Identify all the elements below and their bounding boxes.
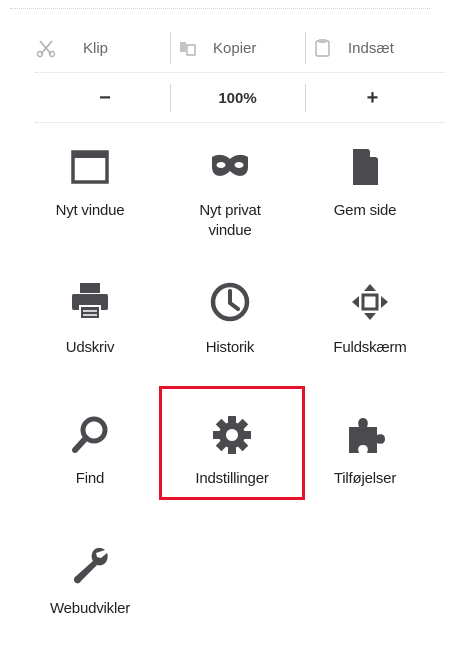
copy-label: Kopier — [213, 39, 257, 57]
wrench-icon — [73, 547, 108, 584]
copy-icon — [177, 37, 199, 59]
cut-button[interactable]: Klip — [35, 28, 165, 68]
printer-icon — [72, 283, 108, 320]
history-label: Historik — [205, 339, 255, 356]
edit-separator — [170, 32, 171, 64]
new-window-label: Nyt vindue — [55, 202, 125, 219]
puzzle-icon — [349, 418, 385, 453]
zoom-menu-divider — [35, 122, 445, 124]
clock-icon — [210, 282, 250, 322]
zoom-controls: − 100% + — [25, 78, 445, 118]
scissors-icon — [35, 37, 57, 59]
zoom-separator — [305, 84, 306, 112]
new-private-window-label-line1: Nyt privat — [199, 202, 261, 219]
new-private-window-label-line2: vindue — [208, 222, 252, 239]
save-page-button[interactable]: Gem side — [305, 147, 425, 221]
find-label: Find — [75, 470, 105, 487]
addons-label: Tilføjelser — [333, 470, 397, 487]
fullscreen-icon — [352, 284, 388, 320]
edit-separator — [305, 32, 306, 64]
zoom-separator — [170, 84, 171, 112]
mask-icon — [212, 154, 248, 176]
zoom-out-button[interactable]: − — [45, 78, 165, 118]
clipboard-icon — [312, 37, 334, 59]
history-button[interactable]: Historik — [170, 280, 290, 358]
fullscreen-button[interactable]: Fuldskærm — [310, 280, 430, 358]
window-icon — [71, 150, 109, 184]
new-window-button[interactable]: Nyt vindue — [30, 147, 150, 221]
zoom-in-button[interactable]: + — [310, 78, 435, 118]
fullscreen-label: Fuldskærm — [333, 339, 407, 356]
paste-button[interactable]: Indsæt — [312, 28, 437, 68]
new-private-window-label: Nyt privat vindue — [170, 201, 290, 241]
print-button[interactable]: Udskriv — [30, 280, 150, 358]
print-label: Udskriv — [65, 339, 115, 356]
web-developer-label: Webudvikler — [49, 600, 131, 617]
copy-button[interactable]: Kopier — [177, 28, 302, 68]
edit-controls: Klip Kopier Indsæt — [25, 28, 445, 68]
new-private-window-button[interactable]: Nyt privat vindue — [170, 147, 290, 241]
paste-label: Indsæt — [348, 39, 394, 57]
settings-highlight-box — [159, 386, 305, 500]
zoom-reset-button[interactable]: 100% — [175, 78, 300, 118]
addons-button[interactable]: Tilføjelser — [305, 413, 425, 489]
find-button[interactable]: Find — [30, 413, 150, 489]
cut-label: Klip — [83, 39, 109, 57]
document-icon — [353, 148, 379, 185]
edit-zoom-divider — [35, 72, 445, 74]
web-developer-button[interactable]: Webudvikler — [30, 543, 150, 619]
top-divider — [10, 8, 430, 10]
magnifier-icon — [72, 416, 108, 453]
save-page-label: Gem side — [333, 202, 397, 219]
